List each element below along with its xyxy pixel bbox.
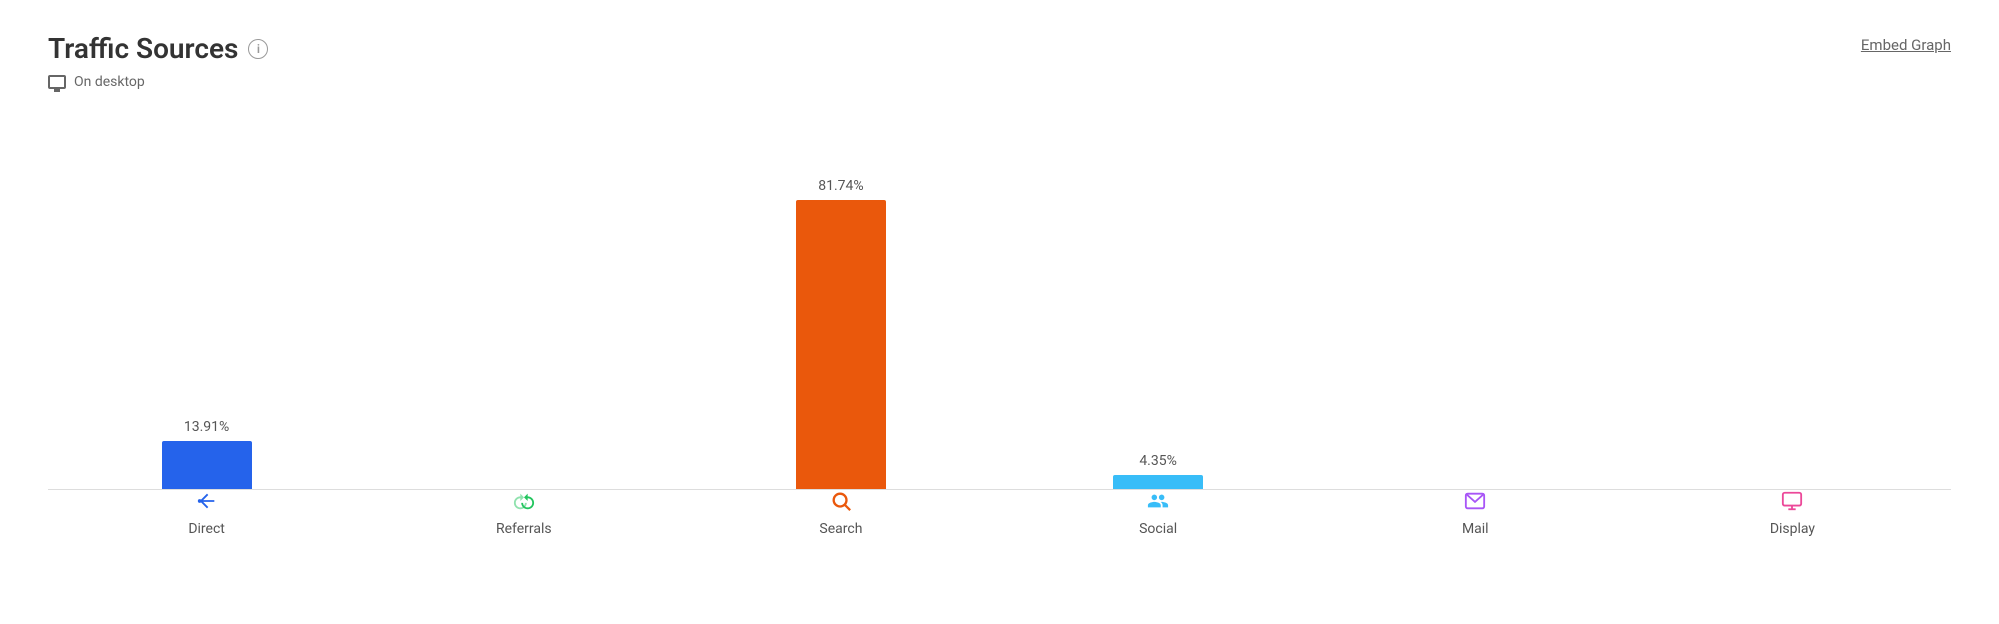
label-group-direct: Direct	[48, 490, 365, 537]
label-group-search: Search	[682, 490, 999, 537]
bar-group-display: 0.00%	[1634, 110, 1951, 490]
dashboard-container: Traffic Sources i On desktop Embed Graph…	[0, 0, 1999, 624]
bar-value-social: 4.35%	[1139, 453, 1177, 469]
bar-group-referrals: 0.00%	[365, 110, 682, 490]
search-icon	[830, 490, 852, 517]
info-icon[interactable]: i	[248, 39, 268, 59]
bar-group-mail: 0.00%	[1317, 110, 1634, 490]
label-group-social: Social	[1000, 490, 1317, 537]
subtitle: On desktop	[48, 74, 268, 90]
bar-label-social: Social	[1139, 521, 1177, 537]
bar-group-social: 4.35%	[1000, 110, 1317, 490]
label-group-mail: Mail	[1317, 490, 1634, 537]
title-text: Traffic Sources	[48, 32, 238, 66]
page-title: Traffic Sources i	[48, 32, 268, 66]
desktop-icon	[48, 75, 66, 89]
bar-label-direct: Direct	[188, 521, 225, 537]
bar-value-direct: 13.91%	[184, 419, 229, 435]
bar-label-display: Display	[1770, 521, 1815, 537]
display-icon	[1781, 490, 1803, 517]
label-group-referrals: Referrals	[365, 490, 682, 537]
chart-area: 13.91%0.00%81.74%4.35%0.00%0.00%	[48, 110, 1951, 490]
bar-value-search: 81.74%	[818, 178, 863, 194]
label-group-display: Display	[1634, 490, 1951, 537]
bar-group-direct: 13.91%	[48, 110, 365, 490]
bar-group-search: 81.74%	[682, 110, 999, 490]
social-icon	[1147, 490, 1169, 517]
direct-icon	[196, 490, 218, 517]
bar-direct	[162, 441, 252, 490]
embed-graph-link[interactable]: Embed Graph	[1861, 32, 1951, 54]
bar-social	[1113, 475, 1203, 490]
bar-search	[796, 200, 886, 490]
referrals-icon	[513, 490, 535, 517]
bar-label-search: Search	[819, 521, 862, 537]
header: Traffic Sources i On desktop Embed Graph	[48, 32, 1951, 90]
bar-label-mail: Mail	[1462, 521, 1489, 537]
subtitle-text: On desktop	[74, 74, 145, 90]
labels-row: Direct Referrals Search Social Mail Display	[48, 490, 1951, 537]
title-area: Traffic Sources i On desktop	[48, 32, 268, 90]
bar-label-referrals: Referrals	[496, 521, 552, 537]
mail-icon	[1464, 490, 1486, 517]
